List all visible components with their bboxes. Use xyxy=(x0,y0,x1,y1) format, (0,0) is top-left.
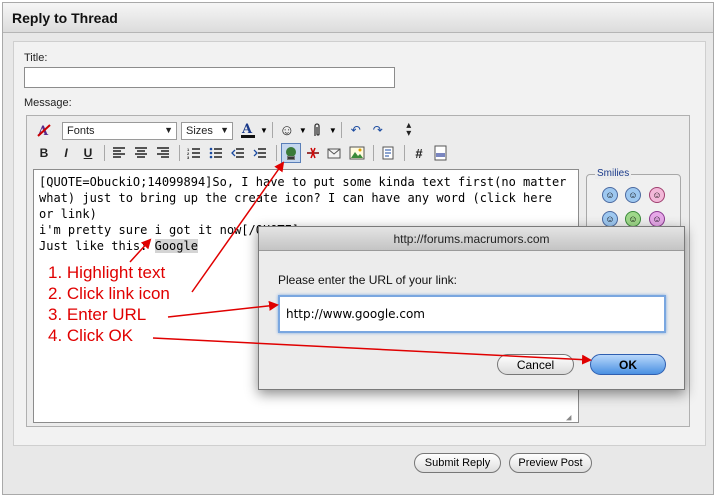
preview-post-button[interactable]: Preview Post xyxy=(509,453,592,473)
ordered-list-icon[interactable]: 123 xyxy=(184,143,204,163)
toolbar-divider xyxy=(276,145,277,161)
svg-text:3: 3 xyxy=(187,155,190,159)
tongue-smiley-icon[interactable]: ☺ xyxy=(649,187,665,203)
title-label: Title: xyxy=(24,52,48,64)
cancel-button[interactable]: Cancel xyxy=(497,354,574,375)
dialog-prompt: Please enter the URL of your link: xyxy=(278,273,457,287)
align-center-icon[interactable] xyxy=(131,143,151,163)
indent-icon[interactable] xyxy=(250,143,270,163)
ok-button[interactable]: OK xyxy=(590,354,666,375)
outdent-icon[interactable] xyxy=(228,143,248,163)
message-label: Message: xyxy=(24,97,72,109)
toolbar-row-2: B I U 123 # xyxy=(34,142,453,164)
step-3: 3. Enter URL xyxy=(48,305,147,324)
chevron-down-icon: ▼ xyxy=(220,125,229,135)
grin-smiley-icon[interactable]: ☺ xyxy=(625,211,641,227)
submit-reply-button[interactable]: Submit Reply xyxy=(414,453,501,473)
message-line-2: what) just to bring up the create icon? … xyxy=(39,191,560,221)
title-input[interactable] xyxy=(24,67,395,88)
step-2: 2. Click link icon xyxy=(48,284,170,303)
attachment-icon[interactable] xyxy=(307,120,327,140)
align-right-icon[interactable] xyxy=(153,143,173,163)
remove-formatting-icon[interactable]: A xyxy=(34,120,54,140)
chevron-down-icon[interactable]: ▼ xyxy=(329,126,337,135)
smiley-menu-icon[interactable]: ☺ xyxy=(277,120,297,140)
step-4: 4. Click OK xyxy=(48,326,134,345)
chevron-down-icon[interactable]: ▼ xyxy=(299,126,307,135)
font-select[interactable]: Fonts ▼ xyxy=(62,122,177,140)
php-icon[interactable] xyxy=(431,143,451,163)
font-color-icon[interactable]: A xyxy=(238,120,258,140)
redo-icon[interactable]: ↷ xyxy=(368,120,388,140)
sad-smiley-icon[interactable]: ☺ xyxy=(649,211,665,227)
quote-icon[interactable] xyxy=(378,143,398,163)
insert-image-icon[interactable] xyxy=(347,143,367,163)
resize-icon[interactable]: ▴ ▾ xyxy=(399,120,419,140)
toolbar-row-1b: A ▼ ☺ ▼ ▼ ↶ ↷ ▴ ▾ xyxy=(238,119,421,141)
wink-smiley-icon[interactable]: ☺ xyxy=(602,211,618,227)
panel-header: Reply to Thread xyxy=(3,3,713,33)
smilies-legend: Smilies xyxy=(595,168,632,179)
instruction-steps: 1. Highlight text 2. Click link icon 3. … xyxy=(48,262,170,346)
toolbar-spacer xyxy=(394,122,395,138)
underline-icon[interactable]: U xyxy=(78,143,98,163)
remove-link-icon[interactable] xyxy=(303,143,323,163)
italic-icon[interactable]: I xyxy=(56,143,76,163)
panel-title: Reply to Thread xyxy=(12,10,118,26)
align-left-icon[interactable] xyxy=(109,143,129,163)
code-icon[interactable]: # xyxy=(409,143,429,163)
url-input[interactable] xyxy=(278,295,666,333)
message-line-4-prefix: Just like this: xyxy=(39,239,155,253)
size-select-value: Sizes xyxy=(186,125,213,137)
smilies-box: Smilies ☺ ☺ ☺ ☺ ☺ ☺ xyxy=(586,168,681,234)
toolbar-row-1: A xyxy=(34,119,56,141)
toolbar-divider xyxy=(340,122,342,138)
smiley-icon[interactable]: ☺ xyxy=(602,187,618,203)
undo-icon[interactable]: ↶ xyxy=(346,120,366,140)
insert-link-icon[interactable] xyxy=(281,143,301,163)
toolbar-divider xyxy=(104,145,105,161)
step-1: 1. Highlight text xyxy=(48,263,166,282)
resize-grip-icon[interactable]: ◢ xyxy=(566,410,576,423)
cool-smiley-icon[interactable]: ☺ xyxy=(625,187,641,203)
link-url-dialog: http://forums.macrumors.com Please enter… xyxy=(258,226,685,390)
size-select[interactable]: Sizes ▼ xyxy=(181,122,233,140)
toolbar-divider xyxy=(404,145,405,161)
dialog-title: http://forums.macrumors.com xyxy=(259,227,684,251)
highlighted-text: Google xyxy=(154,239,198,253)
message-line-1: [QUOTE=ObuckiO;14099894]So, I have to pu… xyxy=(39,175,567,189)
unordered-list-icon[interactable] xyxy=(206,143,226,163)
svg-text:A: A xyxy=(241,122,253,137)
chevron-down-icon[interactable]: ▼ xyxy=(260,126,268,135)
toolbar-divider xyxy=(373,145,374,161)
toolbar-divider xyxy=(179,145,180,161)
email-link-icon[interactable] xyxy=(325,143,345,163)
font-select-value: Fonts xyxy=(67,125,95,137)
chevron-down-icon: ▼ xyxy=(164,125,173,135)
bold-icon[interactable]: B xyxy=(34,143,54,163)
toolbar-divider xyxy=(271,122,273,138)
